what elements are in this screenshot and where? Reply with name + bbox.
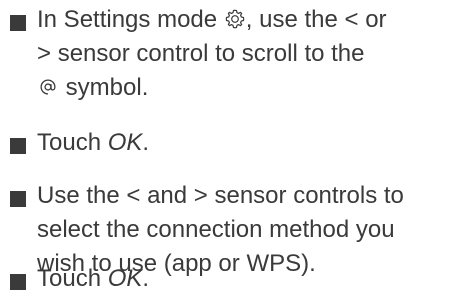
text-fragment: .	[142, 129, 150, 156]
text-fragment: sensor controls to	[214, 182, 404, 209]
item-text: Touch OK.	[37, 262, 457, 296]
text-fragment: Touch	[37, 265, 102, 292]
bullet	[10, 191, 26, 207]
bullet	[10, 274, 26, 290]
greater-than-symbol: >	[193, 182, 208, 209]
gear-icon	[225, 9, 245, 29]
less-than-symbol: <	[126, 182, 141, 209]
at-sign-icon	[40, 79, 56, 95]
text-fragment: symbol.	[65, 74, 149, 101]
greater-than-symbol: >	[37, 40, 52, 67]
text-fragment: In Settings mode	[37, 6, 218, 33]
text-fragment: or	[365, 6, 387, 33]
text-fragment: and	[147, 182, 188, 209]
text-fragment: , use the	[245, 6, 338, 33]
text-fragment: sensor control to scroll to the	[57, 40, 365, 67]
item-text: In Settings mode , use the < or > sensor…	[37, 3, 457, 105]
text-fragment: Use the	[37, 182, 120, 209]
bullet	[10, 138, 26, 154]
text-fragment: Touch	[37, 129, 102, 156]
less-than-symbol: <	[344, 6, 359, 33]
text-line: select the connection method you	[37, 216, 395, 243]
ok-label: OK	[107, 265, 143, 292]
ok-label: OK	[107, 129, 143, 156]
text-fragment: .	[142, 265, 150, 292]
bullet	[10, 15, 26, 31]
item-text: Touch OK.	[37, 126, 457, 160]
